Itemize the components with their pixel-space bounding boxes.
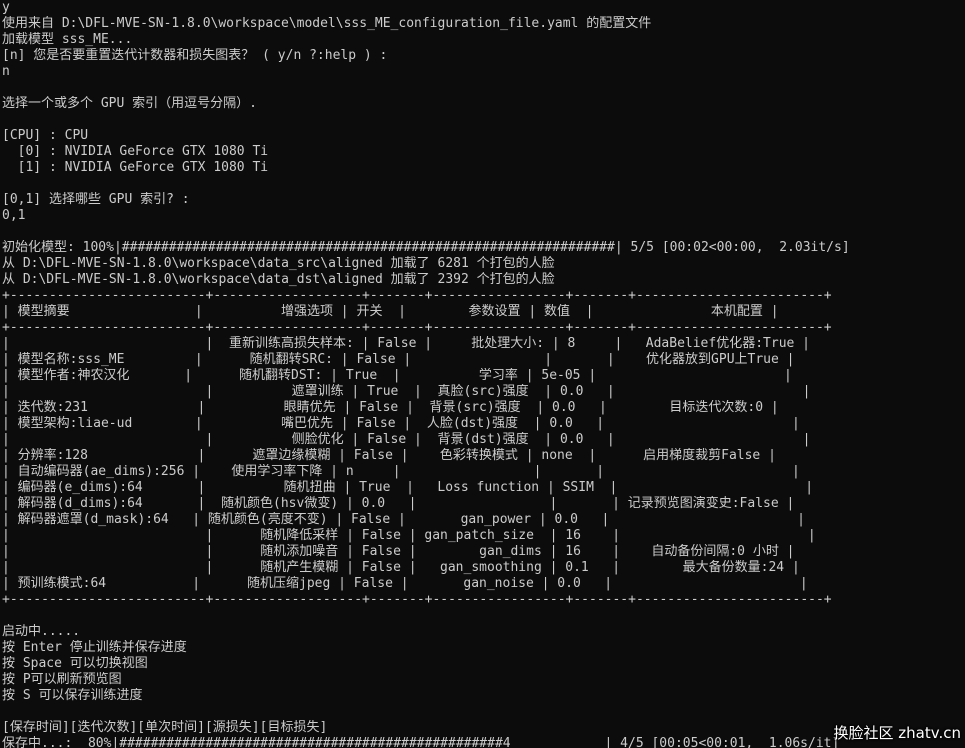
console-line: 使用来自 D:\DFL-MVE-SN-1.8.0\workspace\model… xyxy=(2,16,652,31)
console-line: 加载模型 sss_ME... xyxy=(2,32,133,47)
console-line: 按 Space 可以切换视图 xyxy=(2,656,148,671)
console-line: 从 D:\DFL-MVE-SN-1.8.0\workspace\data_dst… xyxy=(2,272,555,287)
console-line: | | 重新训练高损失样本: | False | 批处理大小: | 8 | Ad… xyxy=(2,336,810,351)
console-line: [0,1] 选择哪些 GPU 索引? : xyxy=(2,192,190,207)
console-line: 按 Enter 停止训练并保存进度 xyxy=(2,640,187,655)
console-line: | 编码器(e_dims):64 | 随机扭曲 | True | Loss fu… xyxy=(2,480,814,495)
console-line: | | 随机降低采样 | False | gan_patch_size | 16… xyxy=(2,528,816,543)
console-line: 选择一个或多个 GPU 索引（用逗号分隔）. xyxy=(2,96,257,111)
console-line: 启动中..... xyxy=(2,624,81,639)
console-line: | | 随机添加噪音 | False | gan_dims | 16 | 自动备… xyxy=(2,544,795,559)
console-line: +-------------------------+-------------… xyxy=(2,320,832,335)
console-line: [0] : NVIDIA GeForce GTX 1080 Ti xyxy=(2,144,269,159)
console-line: 按 P可以刷新预览图 xyxy=(2,672,122,687)
console-line: | | 随机产生模糊 | False | gan_smoothing | 0.1… xyxy=(2,560,800,575)
console-line: [保存时间][迭代次数][单次时间][源损失][目标损失] xyxy=(2,720,328,735)
console-line: | 模型摘要 | 增强选项 | 开关 | 参数设置 | 数值 | 本机配置 | xyxy=(2,304,779,319)
console-line: n xyxy=(2,64,10,79)
console-line: | 解码器遮罩(d_mask):64 | 随机颜色(亮度不变) | False … xyxy=(2,512,805,527)
console-line: | 分辨率:128 | 遮罩边缘模糊 | False | 色彩转换模式 | no… xyxy=(2,448,776,463)
console-line: | 预训练模式:64 | 随机压缩jpeg | False | gan_nois… xyxy=(2,576,808,591)
console-line: [1] : NVIDIA GeForce GTX 1080 Ti xyxy=(2,160,269,175)
console-line: 从 D:\DFL-MVE-SN-1.8.0\workspace\data_src… xyxy=(2,256,555,271)
console-line: | 迭代数:231 | 眼睛优先 | False | 背景(src)强度 | 0… xyxy=(2,400,779,415)
console-line: | 模型架构:liae-ud | 嘴巴优先 | False | 人脸(dst)强… xyxy=(2,416,800,431)
console-line: 0,1 xyxy=(2,208,26,223)
console-line: | 模型作者:神农汉化 | 随机翻转DST: | True | 学习率 | 5e… xyxy=(2,368,792,383)
console-line: 保存中...: 80%|############################… xyxy=(2,736,840,748)
console-line: y xyxy=(2,0,10,15)
console-line: +-------------------------+-------------… xyxy=(2,592,832,607)
watermark: 换脸社区 zhatv.cn xyxy=(833,724,961,742)
console-line: | 自动编码器(ae_dims):256 | 使用学习率下降 | n | | |… xyxy=(2,464,800,479)
console-line: | 解码器(d_dims):64 | 随机颜色(hsv微变) | 0.0 | |… xyxy=(2,496,795,511)
console-line: 初始化模型: 100%|############################… xyxy=(2,240,850,255)
console-window[interactable]: y 使用来自 D:\DFL-MVE-SN-1.8.0\workspace\mode… xyxy=(0,0,965,748)
console-output: y 使用来自 D:\DFL-MVE-SN-1.8.0\workspace\mode… xyxy=(2,0,965,748)
console-line: | 模型名称:sss_ME | 随机翻转SRC: | False | | | 优… xyxy=(2,352,795,367)
console-line: +-------------------------+-------------… xyxy=(2,288,832,303)
console-line: 按 S 可以保存训练进度 xyxy=(2,688,143,703)
console-line: [CPU] : CPU xyxy=(2,128,89,143)
console-line: | | 遮罩训练 | True | 真脸(src)强度 | 0.0 | | xyxy=(2,384,811,399)
console-line: [n] 您是否要重置迭代计数器和损失图表？ ( y/n ?:help ) : xyxy=(2,48,388,63)
console-line: | | 侧脸优化 | False | 背景(dst)强度 | 0.0 | | xyxy=(2,432,811,447)
